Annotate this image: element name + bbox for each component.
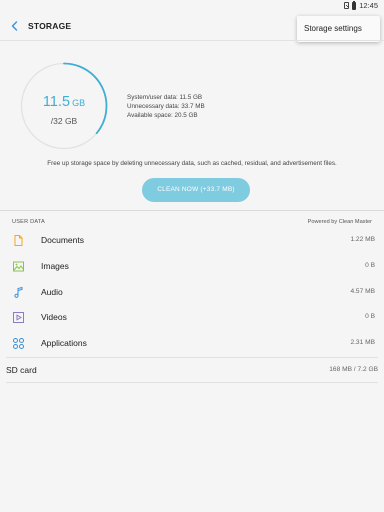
- video-icon: [13, 312, 24, 323]
- sd-card-label: SD card: [6, 365, 37, 375]
- list-item-documents[interactable]: Documents 1.22 MB: [6, 228, 378, 254]
- documents-size: 1.22 MB: [350, 236, 375, 243]
- user-data-section: USER DATA Powered by Clean Master: [0, 211, 384, 225]
- back-arrow-icon[interactable]: [8, 19, 22, 33]
- sim-icon: [344, 2, 350, 9]
- applications-size: 2.31 MB: [350, 339, 375, 346]
- clean-now-button[interactable]: CLEAN NOW (+33.7 MB): [142, 178, 250, 202]
- clean-hint-text: Free up storage space by deleting unnece…: [47, 160, 337, 167]
- storage-details: System/user data: 11.5 GB Unnecessary da…: [127, 93, 205, 120]
- sd-card-row[interactable]: SD card 168 MB / 7.2 GB: [0, 358, 384, 382]
- music-note-icon: [14, 286, 23, 298]
- audio-label: Audio: [41, 287, 63, 297]
- list-item-videos[interactable]: Videos 0 B: [6, 305, 378, 331]
- list-item-applications[interactable]: Applications 2.31 MB: [6, 331, 378, 357]
- list-divider: [6, 382, 378, 383]
- status-time: 12:45: [359, 1, 378, 10]
- list-item-audio[interactable]: Audio 4.57 MB: [6, 280, 378, 306]
- sd-card-size: 168 MB / 7.2 GB: [329, 366, 378, 373]
- status-icons: 12:45: [344, 0, 378, 10]
- used-storage-number: 11.5: [42, 94, 71, 110]
- image-icon: [13, 261, 24, 272]
- images-label: Images: [41, 261, 69, 271]
- battery-icon: [352, 0, 357, 10]
- storage-gauge-text: 11.5 GB /32 GB: [19, 61, 109, 151]
- header-divider: [0, 40, 384, 41]
- powered-by-label: Powered by Clean Master: [307, 219, 372, 225]
- available-space-line: Available space: 20.5 GB: [127, 112, 198, 119]
- unnecessary-data-line: Unnecessary data: 33.7 MB: [127, 103, 205, 110]
- applications-label: Applications: [41, 338, 87, 348]
- document-icon: [14, 235, 23, 246]
- used-storage-unit: GB: [72, 98, 86, 108]
- user-data-header: USER DATA: [12, 219, 45, 225]
- system-user-data-line: System/user data: 11.5 GB: [127, 94, 203, 101]
- used-storage-value: 11.5 GB: [19, 94, 109, 110]
- menu-item-storage-settings[interactable]: Storage settings: [304, 24, 362, 33]
- documents-label: Documents: [41, 235, 84, 245]
- audio-size: 4.57 MB: [350, 288, 375, 295]
- total-storage-value: /32 GB: [50, 116, 78, 126]
- videos-size: 0 B: [365, 313, 375, 320]
- overflow-menu: Storage settings: [297, 16, 380, 42]
- status-bar: 12:45: [0, 0, 384, 12]
- apps-icon: [13, 338, 24, 349]
- page-title: STORAGE: [28, 21, 72, 31]
- images-size: 0 B: [365, 262, 375, 269]
- list-item-images[interactable]: Images 0 B: [6, 254, 378, 280]
- videos-label: Videos: [41, 312, 67, 322]
